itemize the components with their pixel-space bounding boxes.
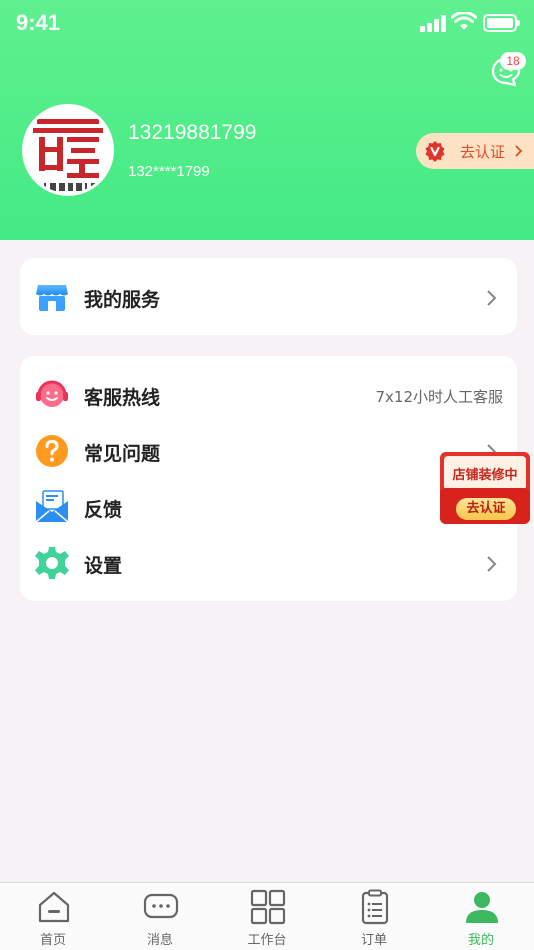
- tab-bar: 首页 消息 工作台 订单 我的: [0, 882, 534, 950]
- tab-label: 我的: [467, 933, 494, 948]
- user-icon: [466, 892, 498, 923]
- chevron-right-icon: [515, 145, 523, 157]
- menu-item-hotline[interactable]: 客服热线 7x12小时人工客服: [20, 367, 517, 423]
- banner-title: 店铺装修中: [452, 468, 518, 483]
- clipboard-icon: [361, 889, 389, 925]
- menu-item-label: 设置: [84, 555, 123, 577]
- floating-verify-banner[interactable]: 店铺装修中 去认证: [438, 450, 532, 526]
- wifi-icon: [451, 12, 477, 30]
- tab-label: 工作台: [247, 933, 287, 948]
- logo-image: [25, 107, 111, 193]
- menu-item-label: 常见问题: [84, 443, 161, 465]
- user-phone-masked: 132****1799: [128, 163, 210, 180]
- menu-item-label: 客服热线: [84, 387, 161, 409]
- question-icon: [36, 435, 68, 467]
- hotline-hours: 7x12小时人工客服: [375, 388, 503, 406]
- customer-service-icon: [36, 380, 68, 407]
- verify-button[interactable]: 去认证: [416, 133, 534, 169]
- tab-mine[interactable]: 我的: [428, 883, 534, 950]
- tab-label: 订单: [360, 933, 387, 948]
- battery-icon: [483, 14, 520, 32]
- status-time: 9:41: [16, 10, 61, 35]
- menu-item-settings[interactable]: 设置: [20, 535, 517, 591]
- verify-label: 去认证: [460, 143, 506, 161]
- menu-item-label: 反馈: [84, 499, 123, 521]
- tab-workbench[interactable]: 工作台: [214, 883, 320, 950]
- tab-label: 首页: [39, 933, 66, 948]
- menu-item-my-services[interactable]: 我的服务: [20, 269, 517, 325]
- banner-verify-button[interactable]: 去认证: [456, 498, 516, 520]
- gear-icon: [35, 547, 69, 579]
- feedback-mail-icon: [35, 490, 69, 523]
- tab-messages[interactable]: 消息: [107, 883, 213, 950]
- tab-label: 消息: [146, 933, 173, 948]
- menu-item-label: 我的服务: [84, 289, 161, 311]
- status-bar: 9:41: [0, 0, 534, 48]
- home-icon: [38, 891, 70, 923]
- chevron-right-icon: [487, 556, 497, 572]
- user-phone: 13219881799: [128, 121, 257, 144]
- chat-icon: [143, 893, 179, 919]
- verified-badge-icon: [425, 141, 445, 162]
- chevron-right-icon: [487, 290, 497, 306]
- service-card: 我的服务: [20, 258, 517, 335]
- tab-home[interactable]: 首页: [0, 883, 106, 950]
- tab-orders[interactable]: 订单: [321, 883, 427, 950]
- grid-icon: [250, 889, 286, 925]
- avatar[interactable]: [22, 104, 114, 196]
- shop-icon: [36, 285, 68, 311]
- signal-icon: [420, 14, 446, 32]
- message-badge: 18: [500, 52, 526, 70]
